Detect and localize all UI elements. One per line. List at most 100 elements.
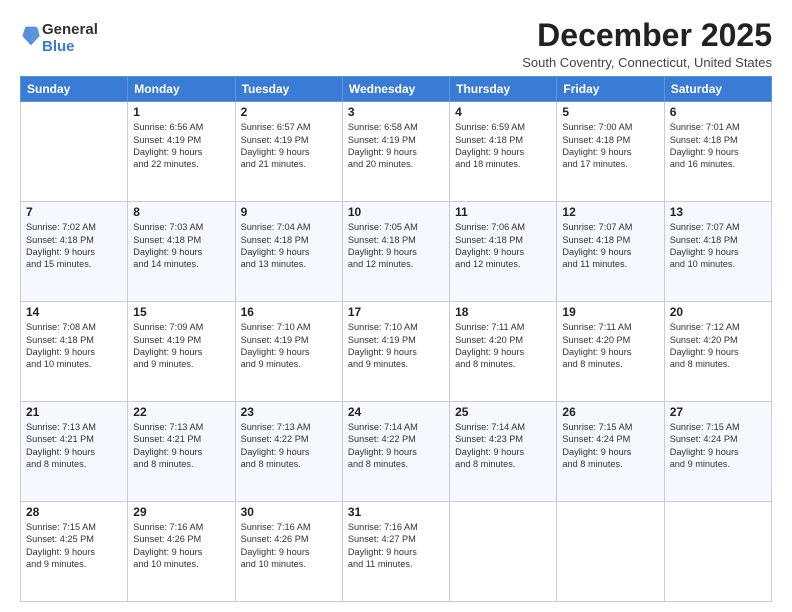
cell-info: Sunrise: 7:07 AM Sunset: 4:18 PM Dayligh…	[670, 222, 740, 269]
weekday-header-wednesday: Wednesday	[342, 77, 449, 102]
day-number: 17	[348, 305, 444, 319]
calendar-cell: 29Sunrise: 7:16 AM Sunset: 4:26 PM Dayli…	[128, 502, 235, 602]
cell-info: Sunrise: 7:04 AM Sunset: 4:18 PM Dayligh…	[241, 222, 311, 269]
calendar-cell: 5Sunrise: 7:00 AM Sunset: 4:18 PM Daylig…	[557, 102, 664, 202]
day-number: 16	[241, 305, 337, 319]
day-number: 4	[455, 105, 551, 119]
calendar-week-1: 1Sunrise: 6:56 AM Sunset: 4:19 PM Daylig…	[21, 102, 772, 202]
day-number: 23	[241, 405, 337, 419]
cell-info: Sunrise: 7:15 AM Sunset: 4:24 PM Dayligh…	[670, 422, 740, 469]
calendar-week-3: 14 Sunrise: 7:08 AM Sunset: 4:18 PM Dayli…	[21, 302, 772, 402]
cell-info: Sunrise: 7:16 AM Sunset: 4:26 PM Dayligh…	[133, 522, 203, 569]
calendar-cell: 16Sunrise: 7:10 AM Sunset: 4:19 PM Dayli…	[235, 302, 342, 402]
cell-info: Sunrise: 7:13 AM Sunset: 4:21 PM Dayligh…	[133, 422, 203, 469]
calendar-cell: 30Sunrise: 7:16 AM Sunset: 4:26 PM Dayli…	[235, 502, 342, 602]
day-number: 2	[241, 105, 337, 119]
logo: General Blue	[20, 22, 98, 55]
calendar-cell: 14 Sunrise: 7:08 AM Sunset: 4:18 PM Dayli…	[21, 302, 128, 402]
calendar-week-5: 28 Sunrise: 7:15 AM Sunset: 4:25 PM Dayli…	[21, 502, 772, 602]
day-number: 18	[455, 305, 551, 319]
calendar-cell: 8Sunrise: 7:03 AM Sunset: 4:18 PM Daylig…	[128, 202, 235, 302]
cell-info: Sunrise: 7:15 AM Sunset: 4:24 PM Dayligh…	[562, 422, 632, 469]
cell-info: Sunrise: 7:11 AM Sunset: 4:20 PM Dayligh…	[455, 322, 524, 369]
header: General Blue December 2025 South Coventr…	[20, 18, 772, 70]
cell-info: Sunrise: 7:03 AM Sunset: 4:18 PM Dayligh…	[133, 222, 203, 269]
cell-info: Sunrise: 7:13 AM Sunset: 4:21 PM Dayligh…	[26, 422, 96, 469]
calendar-cell: 18 Sunrise: 7:11 AM Sunset: 4:20 PM Dayli…	[450, 302, 557, 402]
calendar-cell: 9 Sunrise: 7:04 AM Sunset: 4:18 PM Daylig…	[235, 202, 342, 302]
day-number: 6	[670, 105, 766, 119]
day-number: 12	[562, 205, 658, 219]
calendar-cell	[557, 502, 664, 602]
cell-info: Sunrise: 7:10 AM Sunset: 4:19 PM Dayligh…	[348, 322, 418, 369]
calendar-cell: 23 Sunrise: 7:13 AM Sunset: 4:22 PM Dayli…	[235, 402, 342, 502]
calendar-cell: 15 Sunrise: 7:09 AM Sunset: 4:19 PM Dayli…	[128, 302, 235, 402]
calendar-cell: 20 Sunrise: 7:12 AM Sunset: 4:20 PM Dayli…	[664, 302, 771, 402]
cell-info: Sunrise: 6:58 AM Sunset: 4:19 PM Dayligh…	[348, 122, 418, 169]
day-number: 10	[348, 205, 444, 219]
calendar-cell: 13 Sunrise: 7:07 AM Sunset: 4:18 PM Dayli…	[664, 202, 771, 302]
day-number: 20	[670, 305, 766, 319]
cell-info: Sunrise: 7:00 AM Sunset: 4:18 PM Dayligh…	[562, 122, 632, 169]
cell-info: Sunrise: 7:12 AM Sunset: 4:20 PM Dayligh…	[670, 322, 740, 369]
day-number: 3	[348, 105, 444, 119]
weekday-header-sunday: Sunday	[21, 77, 128, 102]
calendar-cell	[664, 502, 771, 602]
day-number: 28	[26, 505, 122, 519]
weekday-header-friday: Friday	[557, 77, 664, 102]
location: South Coventry, Connecticut, United Stat…	[522, 55, 772, 70]
cell-info: Sunrise: 7:14 AM Sunset: 4:23 PM Dayligh…	[455, 422, 525, 469]
day-number: 15	[133, 305, 229, 319]
cell-info: Sunrise: 7:13 AM Sunset: 4:22 PM Dayligh…	[241, 422, 311, 469]
calendar-cell: 6Sunrise: 7:01 AM Sunset: 4:18 PM Daylig…	[664, 102, 771, 202]
calendar-table: SundayMondayTuesdayWednesdayThursdayFrid…	[20, 76, 772, 602]
cell-info: Sunrise: 6:59 AM Sunset: 4:18 PM Dayligh…	[455, 122, 525, 169]
logo-general-text: General	[42, 21, 98, 38]
day-number: 21	[26, 405, 122, 419]
cell-info: Sunrise: 7:05 AM Sunset: 4:18 PM Dayligh…	[348, 222, 418, 269]
calendar-cell: 1Sunrise: 6:56 AM Sunset: 4:19 PM Daylig…	[128, 102, 235, 202]
cell-info: Sunrise: 7:15 AM Sunset: 4:25 PM Dayligh…	[26, 522, 96, 569]
day-number: 27	[670, 405, 766, 419]
calendar-cell: 10 Sunrise: 7:05 AM Sunset: 4:18 PM Dayli…	[342, 202, 449, 302]
weekday-header-tuesday: Tuesday	[235, 77, 342, 102]
day-number: 7	[26, 205, 122, 219]
calendar-cell: 4 Sunrise: 6:59 AM Sunset: 4:18 PM Daylig…	[450, 102, 557, 202]
calendar-cell: 27 Sunrise: 7:15 AM Sunset: 4:24 PM Dayli…	[664, 402, 771, 502]
calendar-cell: 28 Sunrise: 7:15 AM Sunset: 4:25 PM Dayli…	[21, 502, 128, 602]
cell-info: Sunrise: 7:09 AM Sunset: 4:19 PM Dayligh…	[133, 322, 203, 369]
cell-info: Sunrise: 7:14 AM Sunset: 4:22 PM Dayligh…	[348, 422, 418, 469]
header-right: December 2025 South Coventry, Connecticu…	[522, 18, 772, 70]
calendar-cell: 25Sunrise: 7:14 AM Sunset: 4:23 PM Dayli…	[450, 402, 557, 502]
cell-info: Sunrise: 7:11 AM Sunset: 4:20 PM Dayligh…	[562, 322, 631, 369]
day-number: 9	[241, 205, 337, 219]
calendar-cell: 2 Sunrise: 6:57 AM Sunset: 4:19 PM Daylig…	[235, 102, 342, 202]
cell-info: Sunrise: 7:06 AM Sunset: 4:18 PM Dayligh…	[455, 222, 525, 269]
day-number: 11	[455, 205, 551, 219]
day-number: 22	[133, 405, 229, 419]
cell-info: Sunrise: 7:08 AM Sunset: 4:18 PM Dayligh…	[26, 322, 96, 369]
calendar-cell: 21 Sunrise: 7:13 AM Sunset: 4:21 PM Dayli…	[21, 402, 128, 502]
cell-info: Sunrise: 7:02 AM Sunset: 4:18 PM Dayligh…	[26, 222, 96, 269]
day-number: 19	[562, 305, 658, 319]
calendar-cell: 31Sunrise: 7:16 AM Sunset: 4:27 PM Dayli…	[342, 502, 449, 602]
weekday-header-thursday: Thursday	[450, 77, 557, 102]
weekday-header-saturday: Saturday	[664, 77, 771, 102]
cell-info: Sunrise: 7:16 AM Sunset: 4:26 PM Dayligh…	[241, 522, 311, 569]
day-number: 26	[562, 405, 658, 419]
page: General Blue December 2025 South Coventr…	[0, 0, 792, 612]
day-number: 14	[26, 305, 122, 319]
day-number: 13	[670, 205, 766, 219]
logo-icon	[22, 25, 40, 47]
day-number: 24	[348, 405, 444, 419]
month-title: December 2025	[522, 18, 772, 53]
cell-info: Sunrise: 6:56 AM Sunset: 4:19 PM Dayligh…	[133, 122, 203, 169]
calendar-cell: 19 Sunrise: 7:11 AM Sunset: 4:20 PM Dayli…	[557, 302, 664, 402]
calendar-cell: 24 Sunrise: 7:14 AM Sunset: 4:22 PM Dayli…	[342, 402, 449, 502]
cell-info: Sunrise: 6:57 AM Sunset: 4:19 PM Dayligh…	[241, 122, 311, 169]
weekday-header-monday: Monday	[128, 77, 235, 102]
calendar-cell: 7 Sunrise: 7:02 AM Sunset: 4:18 PM Daylig…	[21, 202, 128, 302]
calendar-cell: 17 Sunrise: 7:10 AM Sunset: 4:19 PM Dayli…	[342, 302, 449, 402]
cell-info: Sunrise: 7:07 AM Sunset: 4:18 PM Dayligh…	[562, 222, 632, 269]
calendar-cell: 22 Sunrise: 7:13 AM Sunset: 4:21 PM Dayli…	[128, 402, 235, 502]
